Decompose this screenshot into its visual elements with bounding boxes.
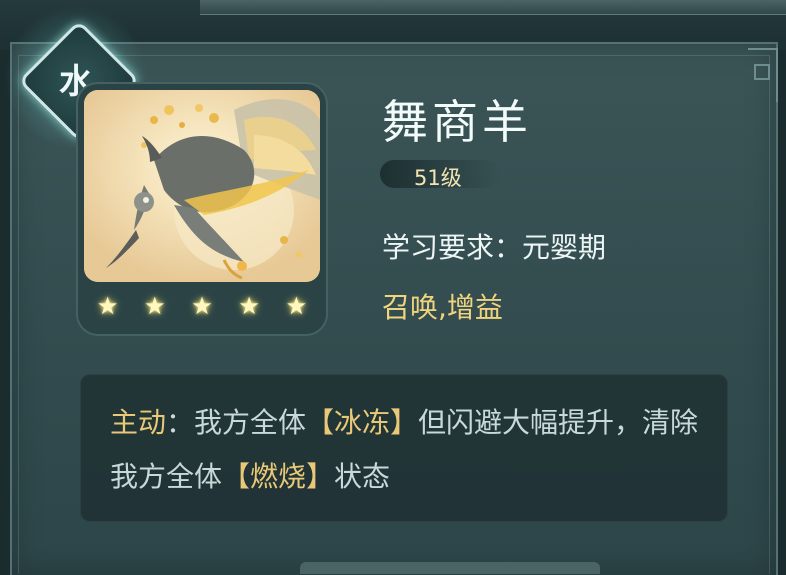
star-icon: ★: [96, 292, 119, 320]
desc-freeze-keyword: 【冰冻】: [306, 406, 419, 439]
bottom-decoration: [300, 562, 600, 574]
skill-name: 舞商羊: [382, 95, 532, 149]
desc-text: ：我方全体: [166, 406, 307, 439]
top-frame-decoration: [200, 0, 786, 15]
skill-portrait: [84, 90, 320, 282]
crane-bird-illustration-icon: [84, 90, 320, 282]
desc-active-label: 主动: [110, 406, 167, 439]
star-icon: ★: [285, 292, 308, 320]
skill-tags: 召唤,增益: [382, 291, 503, 324]
star-rating: ★ ★ ★ ★ ★: [78, 286, 326, 326]
skill-level: 51级: [414, 166, 462, 190]
star-icon: ★: [191, 292, 213, 320]
desc-text: 状态: [334, 460, 391, 493]
learn-requirement: 学习要求：元婴期: [382, 231, 607, 264]
skill-description: 主动：我方全体【冰冻】但闪避大幅提升，清除我方全体【燃烧】状态: [110, 396, 710, 504]
corner-square-decoration: [754, 64, 770, 80]
desc-burn-keyword: 【燃烧】: [222, 460, 335, 493]
skill-portrait-card[interactable]: ★ ★ ★ ★ ★: [78, 84, 326, 334]
star-icon: ★: [238, 292, 260, 320]
star-icon: ★: [144, 292, 166, 320]
